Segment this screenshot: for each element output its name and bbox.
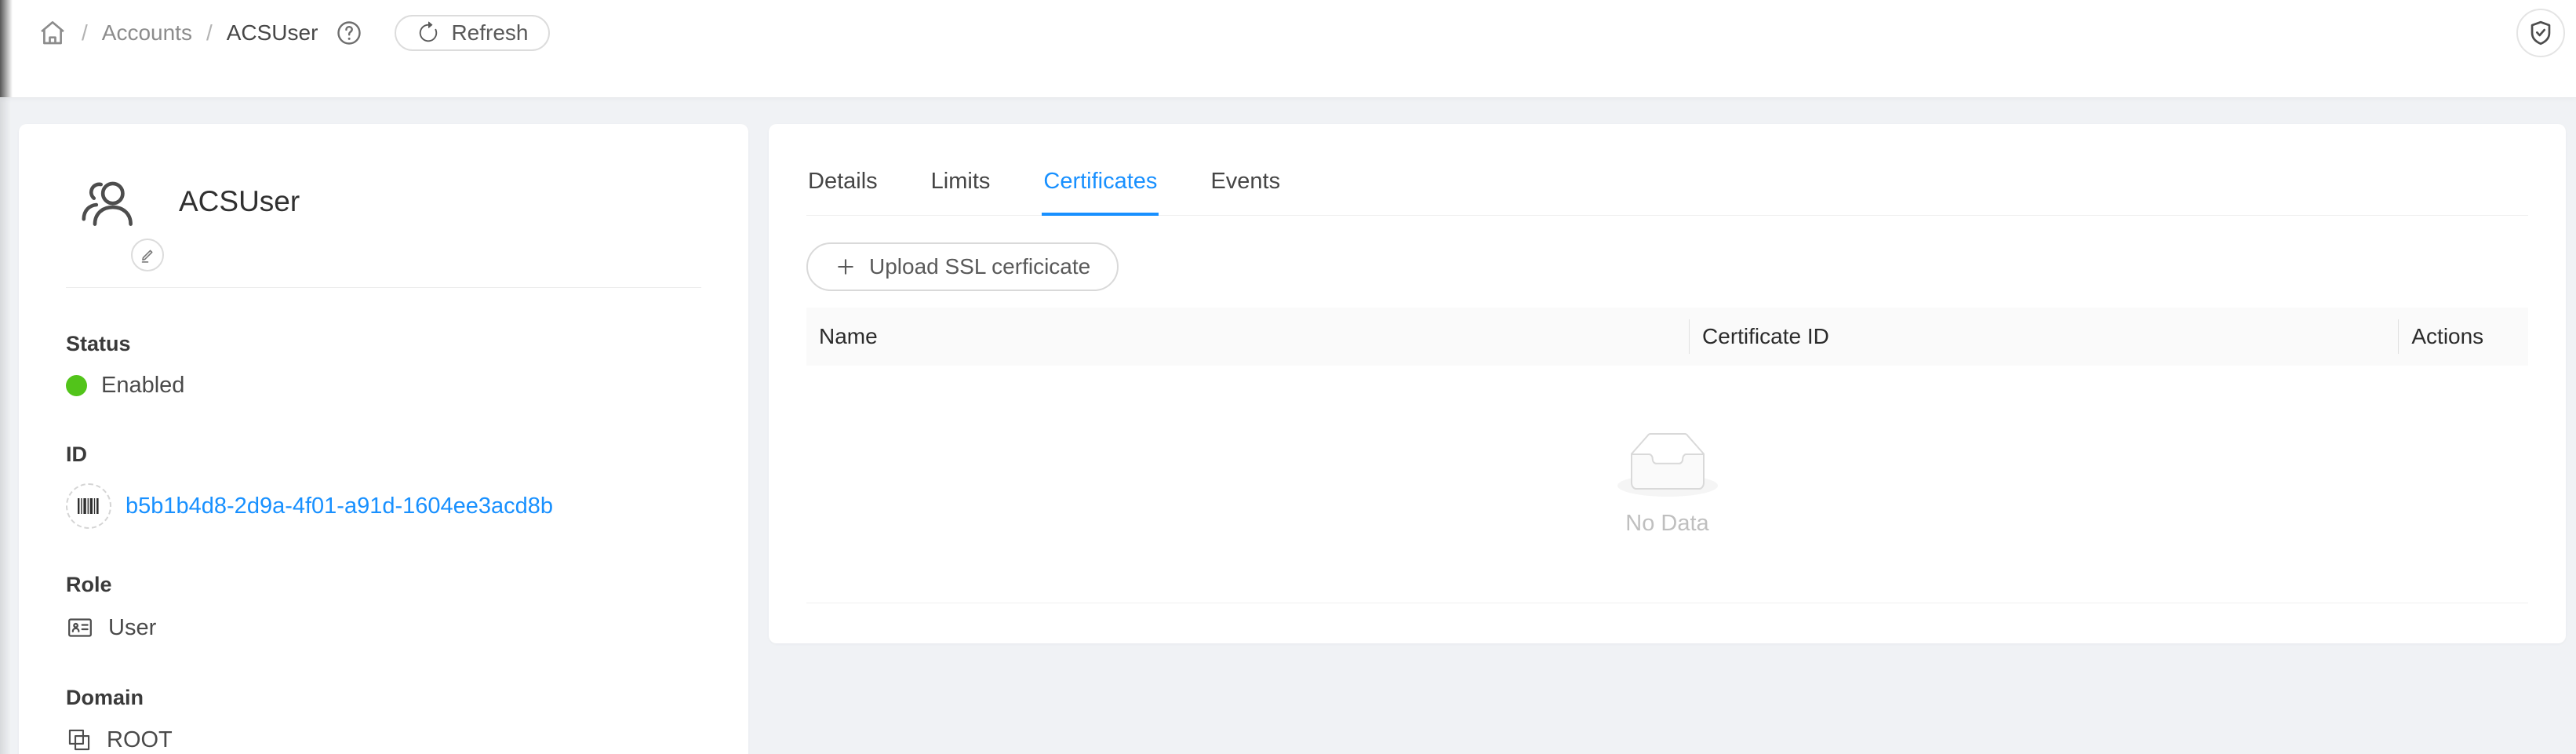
sidebar-shadow-body <box>0 98 11 754</box>
column-header-actions: Actions <box>2399 324 2528 349</box>
role-value: User <box>108 615 156 641</box>
block-icon <box>66 727 93 753</box>
breadcrumb-separator: / <box>82 20 88 46</box>
plus-icon <box>835 256 857 278</box>
field-role: Role User <box>66 571 701 642</box>
status-value: Enabled <box>101 373 184 399</box>
upload-ssl-certificate-label: Upload SSL cerficicate <box>869 254 1090 279</box>
team-icon <box>78 173 136 231</box>
tab-events[interactable]: Events <box>1209 155 1282 215</box>
field-domain: Domain ROOT <box>66 684 701 753</box>
empty-state: No Data <box>806 366 2528 603</box>
breadcrumb-separator: / <box>206 20 213 46</box>
field-label: ID <box>66 441 701 468</box>
column-header-certificate-id: Certificate ID <box>1690 324 2399 349</box>
tab-certificates[interactable]: Certificates <box>1042 155 1159 215</box>
divider <box>66 287 701 288</box>
no-data-text: No Data <box>1625 511 1708 537</box>
barcode-icon <box>66 483 111 529</box>
page-title: ACSUser <box>179 185 300 218</box>
question-circle-icon[interactable] <box>335 19 363 47</box>
field-status: Status Enabled <box>66 330 701 399</box>
shield-check-icon <box>2527 19 2555 47</box>
detail-card: Details Limits Certificates Events Uploa… <box>769 124 2566 643</box>
domain-value: ROOT <box>107 727 173 753</box>
certificates-table: Name Certificate ID Actions No Data <box>806 308 2528 603</box>
field-label: Status <box>66 330 701 357</box>
refresh-button[interactable]: Refresh <box>395 15 550 51</box>
tab-bar: Details Limits Certificates Events <box>806 155 2528 216</box>
account-info-card: ACSUser Status Enabled ID <box>19 124 748 754</box>
reload-icon <box>417 21 440 45</box>
edit-icon <box>139 246 156 264</box>
upload-ssl-certificate-button[interactable]: Upload SSL cerficicate <box>806 242 1119 291</box>
field-label: Domain <box>66 684 701 711</box>
home-icon[interactable] <box>38 18 67 48</box>
account-header: ACSUser <box>66 124 701 231</box>
app-header: / Accounts / ACSUser Refresh <box>0 0 2576 98</box>
account-id-link[interactable]: b5b1b4d8-2d9a-4f01-a91d-1604ee3acd8b <box>126 494 553 519</box>
breadcrumb: / Accounts / ACSUser Refresh <box>38 0 550 66</box>
refresh-button-label: Refresh <box>451 20 528 46</box>
field-id: ID b5b1b4d8-2d9a-4f01-a91d-1604ee3acd8b <box>66 441 701 529</box>
empty-box-icon <box>1617 432 1718 497</box>
table-header-row: Name Certificate ID Actions <box>806 308 2528 366</box>
column-header-name: Name <box>806 324 1690 349</box>
tab-limits[interactable]: Limits <box>930 155 992 215</box>
breadcrumb-item-current: ACSUser <box>227 20 318 46</box>
sidebar-shadow <box>0 0 13 97</box>
tab-details[interactable]: Details <box>806 155 879 215</box>
field-label: Role <box>66 571 701 598</box>
idcard-icon <box>66 614 94 642</box>
status-dot-icon <box>66 375 87 396</box>
edit-button[interactable] <box>131 239 164 271</box>
security-button[interactable] <box>2516 9 2565 57</box>
breadcrumb-item-accounts[interactable]: Accounts <box>102 20 192 46</box>
